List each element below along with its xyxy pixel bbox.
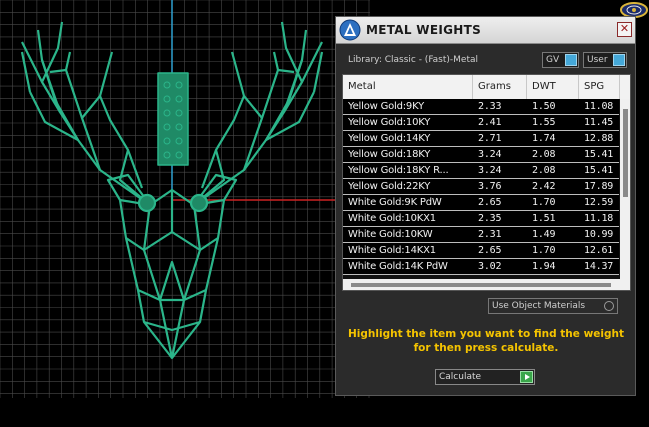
eye-stone [137,193,157,213]
horizontal-scrollbar[interactable] [343,279,630,290]
toggle-indicator-icon [613,54,625,66]
dwt-cell: 1.94 [532,261,556,272]
dwt-cell: 1.49 [532,229,556,240]
spg-cell: 17.89 [584,181,614,192]
dwt-cell: 1.70 [532,197,556,208]
column-header-metal[interactable]: Metal [343,75,473,99]
eye-stone [189,193,209,213]
dwt-cell: 1.51 [532,213,556,224]
column-header-spg[interactable]: SPG [579,75,620,99]
column-header-dwt[interactable]: DWT [527,75,579,99]
viewport-canvas[interactable] [0,0,370,398]
table-row[interactable]: Yellow Gold:14KY 2.71 1.74 12.88 [343,131,619,147]
dwt-cell: 1.70 [532,245,556,256]
instructions-text: Highlight the item you want to find the … [348,328,624,354]
spg-cell: 14.37 [584,261,614,272]
user-toggle-label: User [587,55,608,65]
dwt-cell: 2.08 [532,149,556,160]
radio-icon[interactable] [604,301,614,311]
table-row[interactable]: Yellow Gold:10KY 2.41 1.55 11.45 [343,115,619,131]
calculate-button-label: Calculate [439,372,482,382]
table-row[interactable]: White Gold:10KW 2.31 1.49 10.99 [343,227,619,243]
3d-viewport[interactable] [0,0,370,398]
spg-cell: 11.45 [584,117,614,128]
grams-cell: 2.31 [478,229,502,240]
metal-cell: Yellow Gold:18KY [348,149,431,160]
grams-cell: 2.33 [478,101,502,112]
play-arrow-icon [520,371,533,383]
table-header: Metal Grams DWT SPG [343,75,630,99]
table-row[interactable]: Yellow Gold:18KY R... 3.24 2.08 15.41 [343,163,619,179]
grams-cell: 3.76 [478,181,502,192]
grams-cell: 3.24 [478,149,502,160]
metal-cell: Yellow Gold:14KY [348,133,431,144]
spg-cell: 11.08 [584,101,614,112]
grams-cell: 3.02 [478,261,502,272]
metal-cell: White Gold:9K PdW [348,197,442,208]
table-row[interactable]: Yellow Gold:18KY 3.24 2.08 15.41 [343,147,619,163]
vertical-scrollbar[interactable] [620,99,630,279]
table-row[interactable]: Yellow Gold:22KY 3.76 2.42 17.89 [343,179,619,195]
table-body: Yellow Gold:9KY 2.33 1.50 11.08 Yellow Gold:… [343,99,619,275]
use-object-materials-label: Use Object Materials [492,301,586,311]
toggle-indicator-icon [565,54,577,66]
metal-cell: White Gold:14K PdW [348,261,448,272]
dwt-cell: 2.42 [532,181,556,192]
metal-cell: Yellow Gold:22KY [348,181,431,192]
metal-cell: White Gold:10KX1 [348,213,436,224]
table-row[interactable]: White Gold:14KX1 2.65 1.70 12.61 [343,243,619,259]
table-row[interactable]: White Gold:9K PdW 2.65 1.70 12.59 [343,195,619,211]
metal-cell: White Gold:14KX1 [348,245,436,256]
metal-cell: Yellow Gold:10KY [348,117,431,128]
library-label: Library: Classic - (Fast)-Metal [348,55,479,65]
dwt-cell: 1.50 [532,101,556,112]
metal-weights-dialog: METAL WEIGHTS ✕ Library: Classic - (Fast… [335,16,636,396]
grams-cell: 2.71 [478,133,502,144]
grams-cell: 2.41 [478,117,502,128]
dialog-title: METAL WEIGHTS [366,23,482,37]
calculate-button[interactable]: Calculate [435,369,535,385]
dwt-cell: 2.08 [532,165,556,176]
close-icon[interactable]: ✕ [617,22,632,37]
grams-cell: 2.65 [478,245,502,256]
user-toggle[interactable]: User [583,52,627,68]
table-row[interactable]: Yellow Gold:9KY 2.33 1.50 11.08 [343,99,619,115]
spg-cell: 12.59 [584,197,614,208]
bail-pendant [157,72,189,166]
gv-toggle[interactable]: GV [542,52,579,68]
spg-cell: 11.18 [584,213,614,224]
column-header-grams[interactable]: Grams [473,75,527,99]
metal-cell: Yellow Gold:18KY R... [348,165,449,176]
table-row[interactable]: White Gold:14K PdW 3.02 1.94 14.37 [343,259,619,275]
spg-cell: 10.99 [584,229,614,240]
dwt-cell: 1.74 [532,133,556,144]
horizontal-scrollbar-thumb[interactable] [351,283,611,287]
metal-cell: White Gold:10KW [348,229,433,240]
dwt-cell: 1.55 [532,117,556,128]
spg-cell: 12.88 [584,133,614,144]
metal-table[interactable]: Metal Grams DWT SPG Yellow Gold:9KY 2.33 1… [342,74,631,291]
grams-cell: 3.24 [478,165,502,176]
spg-cell: 15.41 [584,165,614,176]
table-row[interactable]: White Gold:10KX1 2.35 1.51 11.18 [343,211,619,227]
grams-cell: 2.35 [478,213,502,224]
app-logo-icon [339,19,361,41]
gv-toggle-label: GV [546,55,560,65]
spg-cell: 15.41 [584,149,614,160]
grams-cell: 2.65 [478,197,502,208]
use-object-materials-option[interactable]: Use Object Materials [488,298,618,314]
dialog-titlebar[interactable]: METAL WEIGHTS ✕ [336,17,635,44]
metal-cell: Yellow Gold:9KY [348,101,424,112]
vertical-scrollbar-thumb[interactable] [623,109,628,197]
application-window: METAL WEIGHTS ✕ Library: Classic - (Fast… [0,0,649,427]
spg-cell: 12.61 [584,245,614,256]
